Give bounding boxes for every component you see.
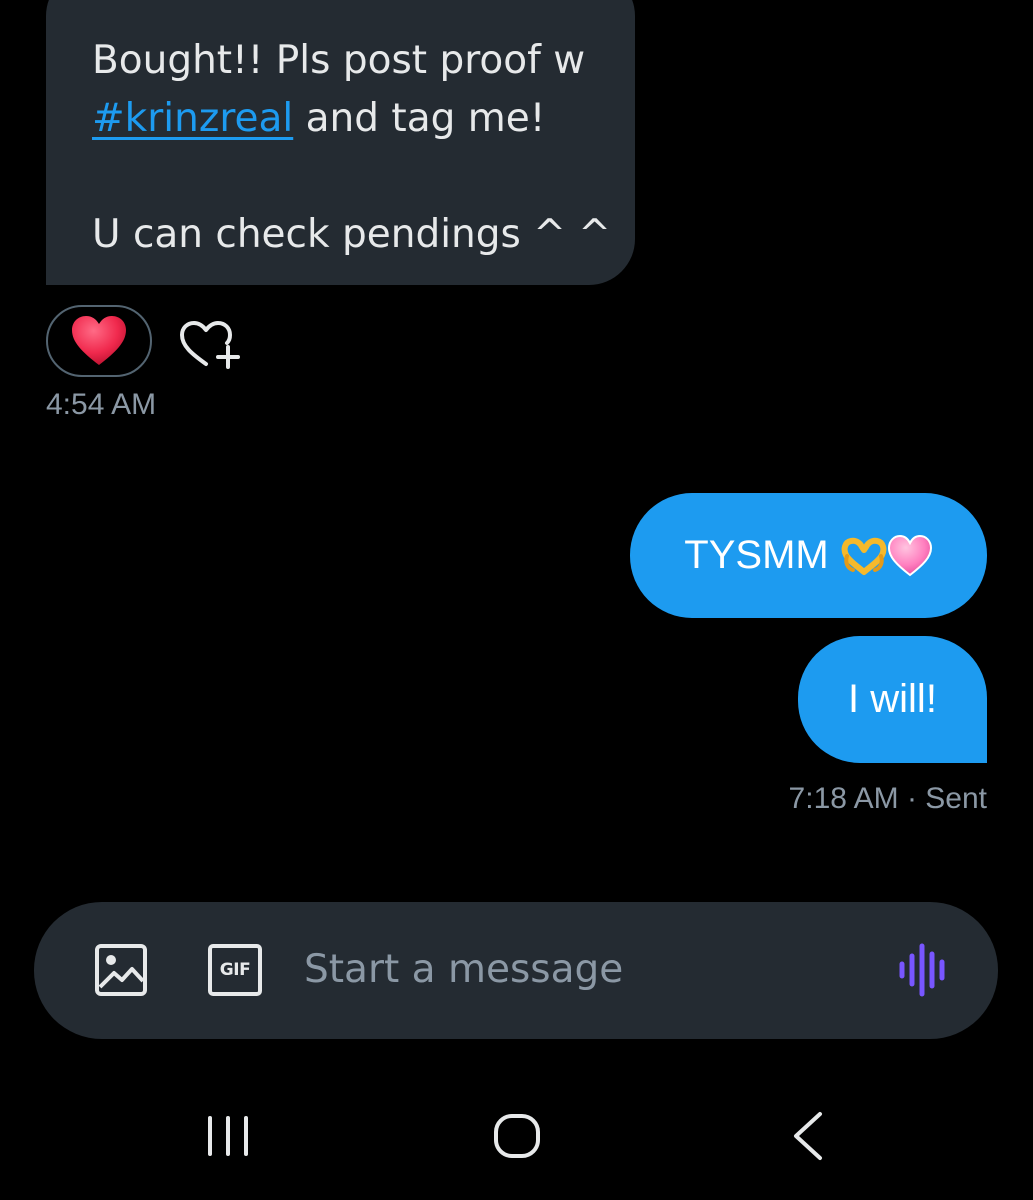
outgoing-message-text: I will!: [848, 677, 937, 721]
hashtag-link[interactable]: #krinzreal: [92, 96, 293, 141]
system-nav-bar: [0, 1080, 1033, 1200]
outgoing-message-bubble[interactable]: TYSMM: [630, 493, 987, 618]
message-line-1: Bought!! Pls post proof w: [92, 38, 586, 83]
outgoing-message-bubble[interactable]: I will!: [798, 636, 987, 763]
add-reaction-icon[interactable]: [176, 316, 244, 372]
voice-message-icon[interactable]: [896, 942, 952, 998]
incoming-message-bubble[interactable]: Bought!! Pls post proof w #krinzreal and…: [46, 0, 635, 285]
home-icon[interactable]: [492, 1112, 542, 1160]
image-icon[interactable]: [94, 943, 148, 997]
gif-label: GIF: [219, 960, 251, 980]
pink-heart-emoji-icon: [887, 534, 932, 576]
incoming-timestamp: 4:54 AM: [46, 388, 157, 421]
back-icon[interactable]: [790, 1110, 826, 1162]
reaction-heart-pill[interactable]: [46, 305, 152, 377]
heart-hands-emoji-icon: [841, 537, 887, 575]
red-heart-icon: [72, 316, 126, 365]
recent-apps-icon[interactable]: [202, 1112, 254, 1160]
message-line-2: #krinzreal and tag me!: [92, 90, 595, 148]
outgoing-status: 7:18 AM · Sent: [788, 782, 987, 815]
emoji-group: [841, 534, 933, 577]
outgoing-message-text: TYSMM: [684, 533, 829, 577]
message-line-3: U can check pendings ^ ^: [92, 212, 611, 257]
message-composer: GIF Start a message: [34, 902, 998, 1039]
message-line-2-text: and tag me!: [293, 96, 546, 141]
message-input[interactable]: Start a message: [304, 944, 623, 996]
gif-icon[interactable]: GIF: [208, 944, 262, 996]
